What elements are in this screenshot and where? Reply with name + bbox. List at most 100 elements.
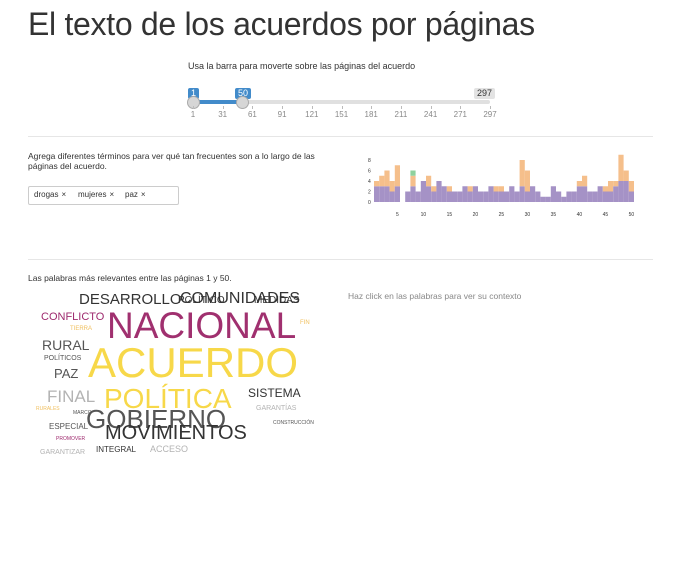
slider-tick-label: 181 [364, 110, 378, 119]
bar-segment [582, 175, 588, 187]
slider-tick-label: 297 [483, 110, 497, 119]
y-tick-label: 4 [368, 179, 371, 185]
bar-segment [415, 191, 421, 202]
slider-tick-label: 91 [277, 110, 287, 119]
bar-segment [556, 191, 562, 202]
cloud-word[interactable]: FINAL [47, 388, 95, 405]
bar-segment [545, 196, 551, 202]
slider-tick-label: 211 [394, 110, 408, 119]
bar-segment [467, 186, 473, 192]
bar-segment [467, 191, 473, 202]
bar-segment [420, 181, 426, 202]
bar-segment [446, 186, 452, 192]
bar-segment [493, 191, 499, 202]
bar-segment [410, 170, 416, 176]
slider-tick [400, 106, 402, 109]
bar-segment [618, 181, 624, 202]
slider-tick-label: 121 [305, 110, 319, 119]
slider-tick-label: 241 [423, 110, 438, 119]
bar-segment [483, 191, 489, 202]
cloud-word[interactable]: CONSTRUCCIÓN [273, 421, 314, 426]
bar-segment [613, 181, 619, 187]
slider-tick [252, 106, 254, 109]
bar-segment [535, 191, 541, 202]
term-chip: paz × [125, 190, 146, 199]
slider-tick [341, 106, 343, 109]
bar-segment [472, 186, 478, 202]
slider-tick-label: 151 [334, 110, 349, 119]
bar-segment [623, 181, 629, 202]
slider-to-handle[interactable] [236, 96, 249, 109]
bar-segment [426, 186, 432, 202]
cloud-word[interactable]: TIERRA [70, 326, 92, 332]
bar-segment [389, 181, 395, 192]
bar-segment [498, 186, 504, 192]
bar-segment [394, 165, 400, 187]
bar-segment [566, 191, 572, 202]
bar-segment [608, 181, 614, 192]
cloud-word[interactable]: RURALES [36, 407, 60, 412]
bar-segment [374, 186, 380, 202]
bar-segment [613, 186, 619, 202]
cloud-word[interactable]: MOVIMIENTOS [105, 423, 247, 443]
slider-tick-label: 271 [453, 110, 467, 119]
cloud-word[interactable]: SISTEMA [248, 387, 301, 399]
bar-segment [478, 191, 484, 202]
bar-segment [608, 191, 614, 202]
x-tick-label: 50 [629, 212, 635, 218]
cloud-word[interactable]: GARANTIZAR [40, 449, 85, 456]
x-tick-label: 5 [396, 212, 399, 218]
page-title: El texto de los acuerdos por páginas [28, 6, 535, 42]
bar-segment [576, 186, 582, 202]
cloud-word[interactable]: GARANTÍAS [256, 405, 296, 412]
x-tick-label: 40 [577, 212, 583, 218]
term-chip-label: paz [125, 190, 138, 199]
cloud-word[interactable]: ESPECIAL [49, 423, 88, 431]
x-tick-label: 15 [447, 212, 453, 218]
bar-segment [582, 186, 588, 202]
bar-segment [524, 170, 530, 192]
bar-segment [602, 186, 608, 192]
divider [28, 136, 653, 137]
cloud-word[interactable]: CONFLICTO [41, 312, 104, 323]
cloud-word[interactable]: POLÍTICOS [44, 355, 81, 362]
cloud-word[interactable]: RURAL [42, 338, 89, 352]
bar-segment [379, 186, 385, 202]
cloud-word[interactable]: FIN [300, 320, 310, 326]
bar-segment [514, 191, 520, 202]
remove-term-icon[interactable]: × [109, 190, 114, 199]
cloud-word[interactable]: ACCESO [150, 445, 188, 454]
bar-segment [524, 191, 530, 202]
bar-segment [509, 186, 515, 202]
remove-term-icon[interactable]: × [61, 190, 66, 199]
x-tick-label: 10 [421, 212, 427, 218]
cloud-word[interactable]: PAZ [54, 367, 78, 380]
bar-segment [436, 181, 442, 202]
bar-segment [457, 191, 463, 202]
bar-segment [410, 175, 416, 187]
cloud-word[interactable]: PROMOVER [56, 437, 85, 442]
bar-segment [498, 191, 504, 202]
bar-segment [504, 191, 510, 202]
slider-tick [460, 106, 462, 109]
remove-term-icon[interactable]: × [141, 190, 146, 199]
bar-segment [561, 196, 567, 202]
x-tick-label: 45 [603, 212, 609, 218]
cloud-word[interactable]: INTEGRAL [96, 446, 136, 454]
bar-segment [488, 186, 494, 202]
bar-segment [462, 186, 468, 202]
bar-segment [446, 191, 452, 202]
bar-segment [597, 186, 603, 202]
x-tick-label: 20 [473, 212, 479, 218]
cloud-word[interactable]: ACUERDO [88, 342, 298, 384]
x-tick-label: 35 [551, 212, 557, 218]
slider-tick [222, 106, 224, 109]
slider-tick [371, 106, 373, 109]
context-hint: Haz click en las palabras para ver su co… [348, 291, 522, 301]
term-chip: drogas × [34, 190, 66, 199]
bar-segment [405, 191, 411, 202]
bar-segment [587, 191, 593, 202]
bar-segment [384, 186, 390, 202]
terms-input[interactable]: drogas × mujeres × paz × [28, 186, 179, 205]
x-tick-label: 25 [499, 212, 505, 218]
